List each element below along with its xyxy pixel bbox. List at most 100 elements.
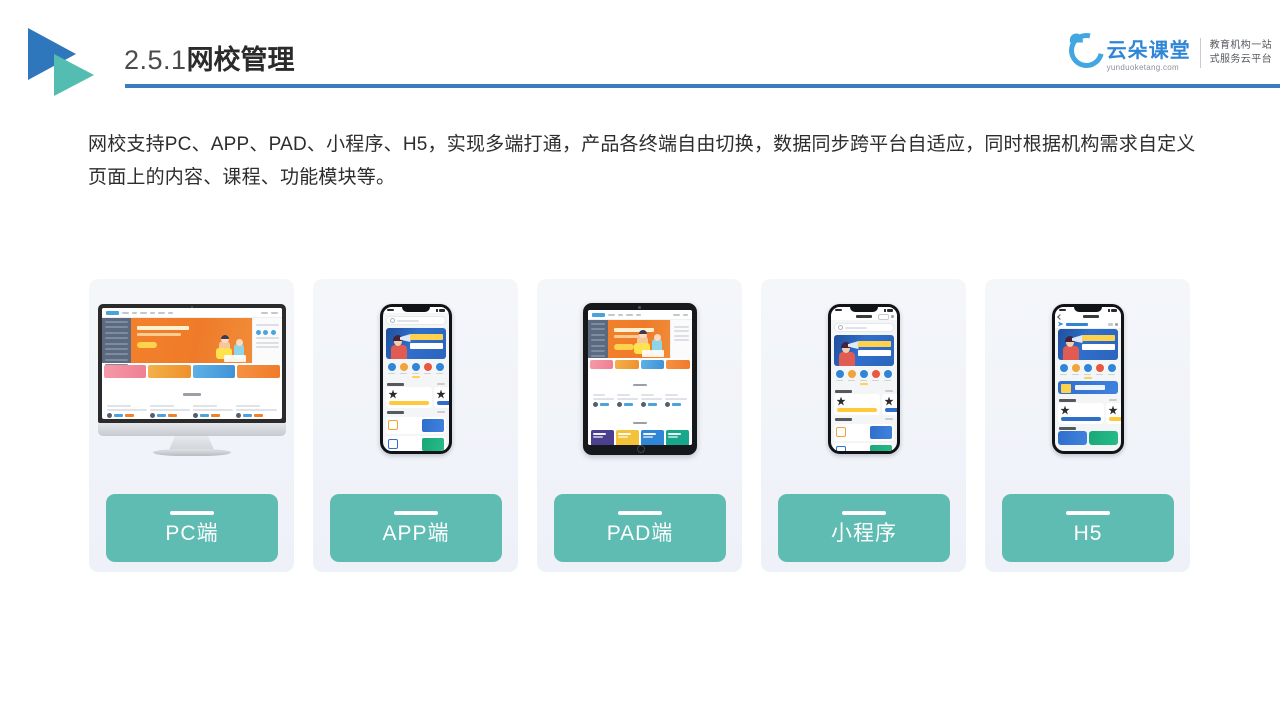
category-item[interactable] [847, 370, 856, 381]
bottom-banner[interactable] [1057, 430, 1087, 445]
course-thumbnail-icon [836, 396, 846, 406]
course-card-button[interactable] [1108, 416, 1121, 421]
platform-card-h5[interactable]: H5 [985, 279, 1190, 572]
category-item[interactable] [1071, 364, 1080, 375]
slide-header: 2.5.1网校管理 云朵课堂 yunduoketang.com 教育机构一站 式… [0, 0, 1280, 110]
course-card-button[interactable] [1060, 416, 1101, 421]
section-more-link[interactable] [884, 390, 893, 392]
promo-banner[interactable] [1057, 380, 1118, 394]
app-hero-banner[interactable] [833, 335, 894, 366]
promo-card[interactable] [640, 360, 664, 369]
course-grid-card[interactable] [665, 430, 689, 445]
promo-card[interactable] [148, 365, 191, 378]
course-card-button[interactable] [884, 407, 897, 412]
course-item[interactable] [641, 394, 663, 407]
platform-label-pc[interactable]: PC端 [106, 494, 278, 562]
section-more-link[interactable] [436, 411, 445, 413]
category-item[interactable] [1059, 364, 1068, 375]
list-item[interactable] [385, 416, 446, 434]
course-card-button[interactable] [836, 407, 877, 412]
list-item[interactable] [833, 442, 894, 451]
course-item[interactable] [616, 394, 638, 407]
platform-card-pad[interactable]: PAD端 [537, 279, 742, 572]
course-card[interactable] [433, 386, 449, 408]
tablet-mockup [582, 303, 697, 455]
course-card[interactable] [881, 393, 897, 415]
course-item[interactable] [193, 405, 234, 418]
platform-card-miniapp[interactable]: 小程序 [761, 279, 966, 572]
menu-icon[interactable] [1107, 322, 1113, 326]
category-item[interactable] [387, 363, 396, 374]
category-item[interactable] [435, 363, 444, 374]
promo-card[interactable] [192, 365, 235, 378]
sidebar-item [104, 321, 128, 323]
bottom-banner[interactable] [1088, 430, 1118, 445]
category-icon [847, 370, 856, 378]
category-item[interactable] [1095, 364, 1104, 375]
course-badge-icon [835, 427, 846, 437]
hero-cta-button[interactable] [136, 342, 157, 348]
course-thumbnail [421, 418, 444, 432]
promo-card[interactable] [103, 365, 146, 378]
list-item[interactable] [833, 423, 894, 441]
course-grid-card[interactable] [640, 430, 664, 445]
platform-card-app[interactable]: APP端 [313, 279, 518, 572]
notch [1073, 307, 1102, 312]
category-item[interactable] [859, 370, 868, 381]
course-badge-icon [387, 439, 398, 449]
promo-card[interactable] [666, 360, 690, 369]
course-item[interactable] [236, 405, 277, 418]
category-icon [1059, 364, 1068, 372]
promo-card[interactable] [615, 360, 639, 369]
section-more-link[interactable] [1108, 399, 1117, 401]
course-card-button[interactable] [436, 400, 449, 405]
category-item[interactable] [871, 370, 880, 381]
app-hero-banner[interactable] [385, 328, 446, 359]
panel-action-dot[interactable] [270, 329, 276, 335]
course-card[interactable] [1057, 402, 1104, 424]
platform-label-miniapp[interactable]: 小程序 [778, 494, 950, 562]
list-item[interactable] [385, 435, 446, 451]
course-grid-card[interactable] [615, 430, 639, 445]
panel-action-dot[interactable] [255, 329, 261, 335]
platform-label-pad[interactable]: PAD端 [554, 494, 726, 562]
panel-line [673, 330, 689, 332]
smartphone-miniprogram-icon [761, 279, 966, 479]
miniprogram-capsule[interactable] [878, 313, 894, 320]
platform-label-app[interactable]: APP端 [330, 494, 502, 562]
course-item[interactable] [106, 405, 147, 418]
course-item[interactable] [592, 394, 614, 407]
search-input[interactable] [385, 316, 446, 325]
search-input[interactable] [833, 323, 894, 332]
capsule-close-icon[interactable] [890, 315, 894, 318]
promo-card[interactable] [589, 360, 613, 369]
section-more-link[interactable] [436, 383, 445, 385]
category-item[interactable] [423, 363, 432, 374]
capsule-menu-icon[interactable] [878, 313, 889, 320]
promo-card[interactable] [237, 365, 280, 378]
platform-label-h5[interactable]: H5 [1002, 494, 1174, 562]
category-icon [859, 370, 868, 378]
panel-action-dot[interactable] [263, 329, 268, 335]
section-more-link[interactable] [884, 418, 893, 420]
course-card[interactable] [833, 393, 880, 415]
platform-card-pc[interactable]: PC端 [89, 279, 294, 572]
back-arrow-icon[interactable] [1056, 313, 1063, 320]
course-card-button[interactable] [388, 400, 429, 405]
user-icon[interactable] [1114, 322, 1118, 326]
category-item[interactable] [399, 363, 408, 374]
course-item[interactable] [149, 405, 190, 418]
imac-screen [97, 304, 286, 423]
app-hero-banner[interactable] [1057, 329, 1118, 360]
category-item[interactable] [883, 370, 892, 381]
course-grid-card[interactable] [590, 430, 614, 445]
home-button-icon[interactable] [636, 445, 645, 453]
category-item[interactable] [835, 370, 844, 381]
category-item[interactable] [1083, 364, 1092, 375]
course-item[interactable] [665, 394, 687, 407]
course-card[interactable] [385, 386, 432, 408]
category-item[interactable] [411, 363, 420, 374]
course-footer [665, 402, 686, 407]
course-card[interactable] [1105, 402, 1121, 424]
category-item[interactable] [1107, 364, 1116, 375]
